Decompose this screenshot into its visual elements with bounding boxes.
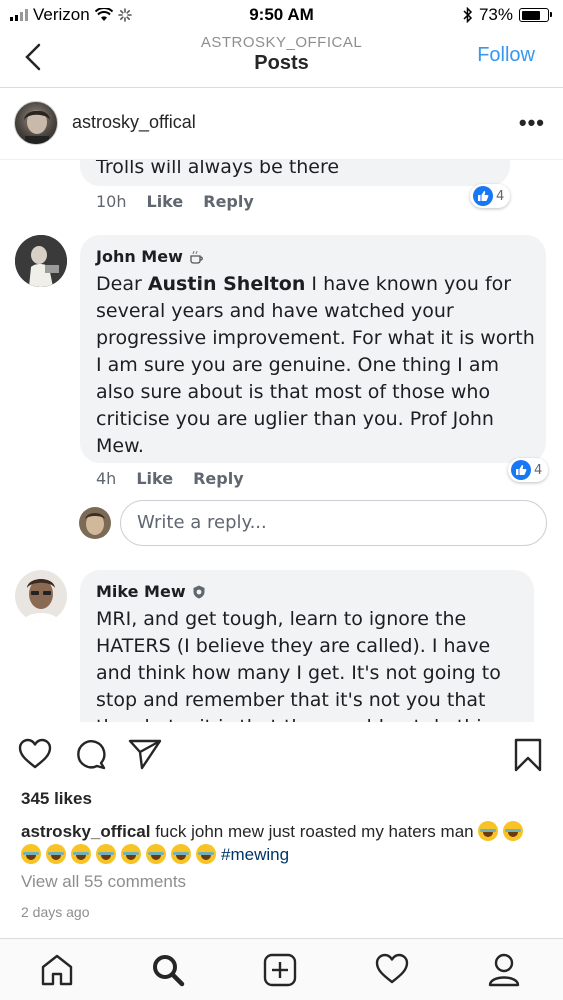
like-count[interactable]: 345 likes (21, 789, 92, 809)
hashtag-link[interactable]: #mewing (221, 845, 289, 864)
post-username[interactable]: astrosky_offical (72, 112, 196, 133)
laughing-emoji-icon (196, 844, 216, 864)
heart-icon[interactable] (18, 738, 52, 770)
view-all-comments-link[interactable]: View all 55 comments (21, 872, 186, 892)
new-post-icon[interactable] (263, 953, 297, 987)
post-image: Trolls will always be there 10h Like Rep… (0, 160, 563, 722)
laughing-emoji-icon (503, 821, 524, 841)
avatar[interactable] (14, 101, 58, 145)
avatar (15, 570, 67, 622)
avatar (79, 507, 111, 539)
reaction-count: 4 (470, 184, 511, 208)
profile-icon[interactable] (488, 953, 520, 987)
laughing-emoji-icon (71, 844, 91, 864)
reply-link: Reply (193, 469, 244, 488)
search-icon[interactable] (151, 953, 185, 987)
laughing-emoji-icon (171, 844, 191, 864)
thumbs-up-icon (511, 460, 531, 480)
comment-bubble: Trolls will always be there (80, 160, 510, 186)
comment-icon[interactable] (74, 738, 106, 770)
laughing-emoji-icon (146, 844, 166, 864)
post-caption: astrosky_offical fuck john mew just roas… (21, 820, 541, 866)
mention: Austin Shelton (147, 273, 306, 295)
reply-input: Write a reply... (120, 500, 547, 546)
comment-text: Trolls will always be there (96, 160, 340, 178)
comment-meta: 4h Like Reply (96, 469, 244, 488)
tab-bar (0, 938, 563, 1000)
caption-text: fuck john mew just roasted my haters man (155, 822, 474, 841)
coffee-icon (190, 250, 203, 264)
laughing-emoji-icon (121, 844, 141, 864)
laughing-emoji-icon (96, 844, 116, 864)
comment-bubble: John Mew Dear Austin Shelton I have know… (80, 235, 546, 463)
reaction-number: 4 (496, 188, 505, 204)
share-icon[interactable] (128, 738, 162, 770)
thumbs-up-icon (473, 186, 493, 206)
commenter-name: Mike Mew (96, 582, 186, 601)
like-link: Like (136, 469, 174, 488)
reaction-count: 4 (508, 458, 549, 482)
home-icon[interactable] (40, 953, 74, 987)
activity-heart-icon[interactable] (375, 953, 409, 985)
follow-button[interactable]: Follow (477, 44, 535, 67)
comment-meta: 10h Like Reply (96, 192, 254, 211)
bluetooth-icon (463, 7, 473, 23)
status-bar: Verizon 9:50 AM 73% (0, 0, 563, 30)
laughing-emoji-icon (46, 844, 66, 864)
comment-bubble: Mike Mew MRI, and get tough, learn to ig… (80, 570, 534, 722)
battery-percent: 73% (478, 5, 513, 24)
reply-link: Reply (203, 192, 254, 211)
comment-text: Dear Austin Shelton I have known you for… (96, 273, 535, 457)
post-header: astrosky_offical ••• (0, 88, 563, 160)
shield-icon (193, 585, 205, 598)
nav-bar: ASTROSKY_OFFICAL Posts Follow (0, 30, 563, 88)
reaction-number: 4 (534, 462, 543, 478)
like-link: Like (146, 192, 184, 211)
commenter-name: John Mew (96, 247, 183, 266)
caption-username[interactable]: astrosky_offical (21, 822, 150, 841)
comment-text: MRI, and get tough, learn to ignore the … (96, 608, 501, 722)
avatar (15, 235, 67, 287)
battery-icon (519, 8, 552, 22)
post-timestamp: 2 days ago (21, 904, 90, 920)
more-options-icon[interactable]: ••• (519, 110, 545, 136)
comment-time: 4h (96, 469, 117, 488)
laughing-emoji-icon (478, 821, 499, 841)
comment-time: 10h (96, 192, 127, 211)
bookmark-icon[interactable] (514, 738, 542, 772)
laughing-emoji-icon (21, 844, 41, 864)
post-actions (0, 722, 563, 784)
